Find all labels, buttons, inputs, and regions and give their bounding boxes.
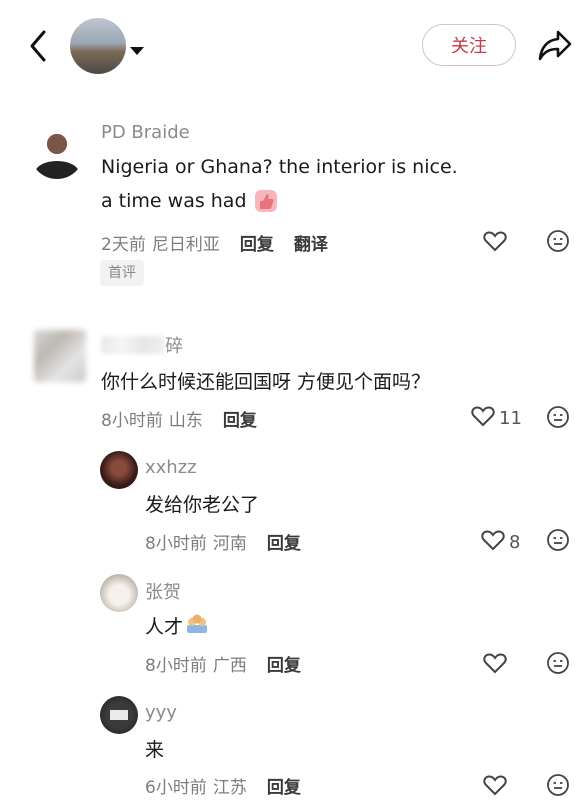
- emoji-reaction-icon[interactable]: [546, 651, 570, 679]
- like-icon[interactable]: [483, 774, 507, 800]
- reply-button[interactable]: 回复: [267, 529, 301, 554]
- like-count: 8: [509, 531, 521, 553]
- follow-button[interactable]: 关注: [422, 24, 516, 66]
- comment-text: a time was had: [101, 190, 247, 212]
- comment-text: Nigeria or Ghana? the interior is nice.: [101, 156, 458, 178]
- chevron-down-icon[interactable]: [130, 47, 144, 55]
- comment-time: 6小时前: [145, 778, 207, 798]
- avatar[interactable]: [30, 125, 84, 179]
- reply-button[interactable]: 回复: [267, 773, 301, 798]
- comment-author[interactable]: yyy: [145, 702, 177, 723]
- thumbs-up-emoji-icon: [254, 190, 277, 212]
- blurred-username: [101, 336, 165, 354]
- avatar[interactable]: [100, 574, 138, 612]
- comment-time: 2天前: [101, 235, 146, 255]
- reply-button[interactable]: 回复: [240, 230, 274, 255]
- comment-time: 8小时前: [145, 534, 207, 554]
- like-icon[interactable]: [471, 405, 495, 431]
- comment-text: 来: [145, 739, 165, 761]
- crowd-emoji-icon: [185, 613, 209, 639]
- emoji-reaction-icon[interactable]: [546, 229, 570, 257]
- reply-button[interactable]: 回复: [267, 651, 301, 676]
- first-comment-tag: 首评: [100, 260, 144, 286]
- comment-location: 山东: [168, 411, 203, 431]
- comment-text: 人才: [145, 616, 184, 638]
- translate-button[interactable]: 翻译: [294, 230, 328, 255]
- emoji-reaction-icon[interactable]: [546, 405, 570, 433]
- comment-time: 8小时前: [145, 656, 207, 676]
- like-count: 11: [499, 407, 522, 429]
- comment-time: 8小时前: [101, 411, 163, 431]
- emoji-reaction-icon[interactable]: [546, 528, 570, 556]
- comment-author[interactable]: xxhzz: [145, 457, 197, 478]
- back-icon[interactable]: [24, 28, 54, 64]
- comment-text: 你什么时候还能回国呀 方便见个面吗？: [101, 371, 431, 393]
- comment-author[interactable]: PD Braide: [101, 122, 190, 143]
- avatar[interactable]: [100, 696, 138, 734]
- like-icon[interactable]: [483, 230, 507, 256]
- avatar[interactable]: [34, 330, 86, 382]
- avatar[interactable]: [100, 451, 138, 489]
- comment-author[interactable]: 碎: [165, 332, 183, 358]
- like-icon[interactable]: [481, 529, 505, 555]
- reply-button[interactable]: 回复: [223, 406, 257, 431]
- share-icon[interactable]: [536, 26, 574, 64]
- author-avatar[interactable]: [70, 18, 126, 74]
- comment-author[interactable]: 张贺: [145, 578, 181, 604]
- like-icon[interactable]: [483, 652, 507, 678]
- emoji-reaction-icon[interactable]: [546, 773, 570, 801]
- comment-location: 尼日利亚: [151, 235, 220, 255]
- comment-location: 广西: [212, 656, 247, 676]
- comment-location: 河南: [212, 534, 247, 554]
- comment-text: 发给你老公了: [145, 494, 260, 516]
- comment-location: 江苏: [212, 778, 247, 798]
